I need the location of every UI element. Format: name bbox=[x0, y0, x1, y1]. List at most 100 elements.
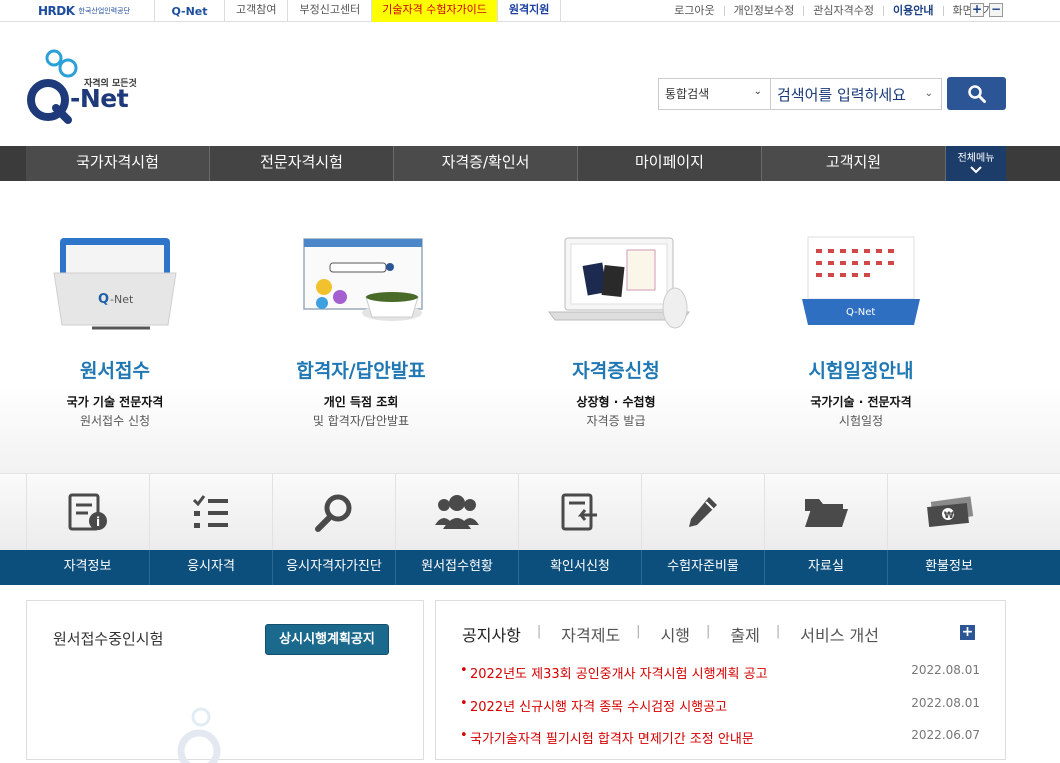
notice-panel: 공지사항 | 자격제도 | 시행 | 출제 | 서비스 개선 + • 2022년… bbox=[435, 600, 1006, 760]
banknote-icon: ₩ bbox=[927, 495, 974, 527]
link-customer-participation[interactable]: 고객참여 bbox=[225, 0, 289, 22]
chevron-down-icon: ⌄ bbox=[753, 86, 762, 97]
notice-date: 2022.08.01 bbox=[911, 696, 980, 710]
nav-professional-exam[interactable]: 전문자격시험 bbox=[210, 146, 394, 181]
link-usage-guide[interactable]: 이용안내 bbox=[883, 5, 942, 16]
top-links: 고객참여 부정신고센터 기술자격 수험자가이드 원격지원 bbox=[225, 0, 562, 22]
svg-text:₩: ₩ bbox=[944, 511, 954, 521]
quick-menu-confirmation[interactable]: 확인서신청 bbox=[518, 550, 641, 585]
notice-item[interactable]: • 2022년도 제33회 공인중개사 자격시험 시행계획 공고 2022.08… bbox=[460, 663, 980, 682]
link-interest-cert[interactable]: 관심자격수정 bbox=[803, 5, 883, 16]
nav-customer-support[interactable]: 고객지원 bbox=[762, 146, 946, 181]
hero-title: 시험일정안내 bbox=[808, 360, 914, 382]
nav-certificate[interactable]: 자격증/확인서 bbox=[394, 146, 578, 181]
notice-date: 2022.06.07 bbox=[911, 728, 980, 742]
pencil-icon bbox=[689, 496, 717, 527]
main-navigation: 국가자격시험 전문자격시험 자격증/확인서 마이페이지 고객지원 전체메뉴 bbox=[0, 146, 1060, 181]
eligibility-icon-cell[interactable] bbox=[149, 474, 272, 551]
search-scope-value: 통합검색 bbox=[665, 87, 710, 101]
link-edit-profile[interactable]: 개인정보수정 bbox=[723, 5, 804, 16]
hero-description: 자격증 발급 bbox=[586, 414, 646, 428]
panel-title: 원서접수중인시험 bbox=[53, 630, 164, 648]
zoom-in-button[interactable]: + bbox=[970, 3, 984, 17]
notice-title: 2022년 신규시행 자격 종목 수시검정 시행공고 bbox=[470, 700, 728, 715]
archive-icon-cell[interactable] bbox=[764, 474, 887, 551]
qnet-small-label: Q-Net bbox=[171, 4, 208, 18]
search-placeholder: 검색어를 입력하세요 bbox=[777, 86, 906, 104]
document-return-icon bbox=[561, 493, 597, 530]
search-button[interactable] bbox=[947, 77, 1006, 110]
quick-menu-archive[interactable]: 자료실 bbox=[764, 550, 887, 585]
tab-execution[interactable]: 시행 bbox=[661, 622, 706, 646]
cert-info-icon-cell[interactable]: i bbox=[26, 474, 149, 551]
supplies-icon-cell[interactable] bbox=[641, 474, 764, 551]
link-remote-support[interactable]: 원격지원 bbox=[498, 0, 562, 22]
tab-notices[interactable]: 공지사항 bbox=[462, 622, 537, 646]
hero-title: 원서접수 bbox=[80, 360, 150, 382]
confirmation-icon-cell[interactable] bbox=[518, 474, 641, 551]
hero-description: 시험일정 bbox=[838, 414, 884, 428]
quick-menu-refund[interactable]: 환불정보 bbox=[887, 550, 1010, 585]
folder-icon: Q -Net bbox=[53, 238, 177, 330]
hero-subtitle: 상장형 · 수첩형 bbox=[576, 395, 656, 409]
svg-text:Q: Q bbox=[98, 292, 109, 307]
laptop-certificate-icon bbox=[548, 237, 690, 329]
notice-tabs: 공지사항 | 자격제도 | 시행 | 출제 | 서비스 개선 bbox=[462, 622, 895, 646]
tab-cert-system[interactable]: 자격제도 bbox=[561, 622, 636, 646]
refund-icon-cell[interactable]: ₩ bbox=[887, 474, 1010, 551]
quick-menu-labels: 자격정보 응시자격 응시자격자가진단 원서접수현황 확인서신청 수험자준비물 자… bbox=[0, 550, 1060, 585]
qnet-watermark-icon bbox=[177, 707, 221, 763]
document-info-icon: i bbox=[68, 493, 107, 530]
open-folder-icon bbox=[805, 498, 848, 527]
more-notices-button[interactable]: + bbox=[960, 625, 975, 640]
account-links: 로그아웃 개인정보수정 관심자격수정 이용안내 화면크기 bbox=[665, 0, 1002, 22]
hero-title: 합격자/답안발표 bbox=[296, 360, 426, 382]
hero-title: 자격증신청 bbox=[572, 360, 660, 382]
hrdk-logo[interactable]: HRDK 한국산업인력공단 bbox=[0, 0, 155, 22]
top-utility-bar: HRDK 한국산업인력공단 Q-Net 고객참여 부정신고센터 기술자격 수험자… bbox=[0, 0, 1060, 22]
nav-mypage[interactable]: 마이페이지 bbox=[578, 146, 762, 181]
search-icon bbox=[967, 84, 986, 103]
regular-exam-plan-button[interactable]: 상시시행계획공지 bbox=[265, 624, 389, 655]
qnet-small-logo[interactable]: Q-Net bbox=[155, 0, 225, 22]
notice-title: 국가기술자격 필기시험 합격자 면제기간 조정 안내문 bbox=[470, 732, 754, 747]
quick-service-hero: Q -Net 원서접수 국가 기술 전문자격 원서접수 신청 합격자/답안발표 … bbox=[0, 181, 1060, 473]
hero-subtitle: 국가 기술 전문자격 bbox=[66, 395, 164, 409]
quick-menu-application-status[interactable]: 원서접수현황 bbox=[395, 550, 518, 585]
hrdk-korean-name: 한국산업인력공단 bbox=[78, 7, 131, 15]
quick-menu-self-check[interactable]: 응시자격자가진단 bbox=[272, 550, 395, 585]
notice-date: 2022.08.01 bbox=[911, 663, 980, 677]
tab-service-improvement[interactable]: 서비스 개선 bbox=[800, 622, 895, 646]
link-logout[interactable]: 로그아웃 bbox=[665, 5, 723, 16]
quick-menu-cert-info[interactable]: 자격정보 bbox=[26, 550, 149, 585]
link-examinee-guide[interactable]: 기술자격 수험자가이드 bbox=[372, 0, 498, 22]
all-menu-label: 전체메뉴 bbox=[957, 153, 995, 164]
self-check-icon-cell[interactable] bbox=[272, 474, 395, 551]
search-input[interactable]: 검색어를 입력하세요 ⌄ bbox=[771, 78, 942, 110]
notice-title: 2022년도 제33회 공인중개사 자격시험 시행계획 공고 bbox=[470, 667, 768, 682]
zoom-out-button[interactable]: − bbox=[989, 3, 1003, 17]
magnifier-icon bbox=[315, 494, 352, 532]
all-menu-button[interactable]: 전체메뉴 bbox=[946, 146, 1006, 181]
hrdk-text: HRDK bbox=[38, 4, 75, 18]
application-status-icon-cell[interactable] bbox=[395, 474, 518, 551]
nav-national-exam[interactable]: 국가자격시험 bbox=[26, 146, 210, 181]
logo-name: -Net bbox=[70, 84, 129, 113]
link-report-center[interactable]: 부정신고센터 bbox=[288, 0, 373, 22]
notice-item[interactable]: • 국가기술자격 필기시험 합격자 면제기간 조정 안내문 2022.06.07 bbox=[460, 728, 980, 747]
svg-text:-Net: -Net bbox=[110, 293, 134, 306]
svg-text:Q-Net: Q-Net bbox=[846, 307, 875, 318]
checklist-icon bbox=[192, 494, 228, 528]
notice-item[interactable]: • 2022년 신규시행 자격 종목 수시검정 시행공고 2022.08.01 bbox=[460, 696, 980, 715]
quick-menu-eligibility[interactable]: 응시자격 bbox=[149, 550, 272, 585]
browser-teacup-icon bbox=[303, 238, 423, 321]
tab-question-setting[interactable]: 출제 bbox=[730, 622, 775, 646]
hero-subtitle: 국가기술 · 전문자격 bbox=[810, 395, 912, 409]
chevron-down-icon bbox=[970, 166, 982, 174]
quick-menu-supplies[interactable]: 수험자준비물 bbox=[641, 550, 764, 585]
open-applications-panel: 원서접수중인시험 상시시행계획공지 bbox=[26, 600, 424, 763]
quick-menu-icons: i ₩ bbox=[0, 473, 1060, 551]
people-group-icon bbox=[435, 494, 479, 529]
search-scope-select[interactable]: 통합검색 ⌄ bbox=[658, 78, 771, 110]
hero-subtitle: 개인 득점 조회 bbox=[323, 395, 399, 409]
